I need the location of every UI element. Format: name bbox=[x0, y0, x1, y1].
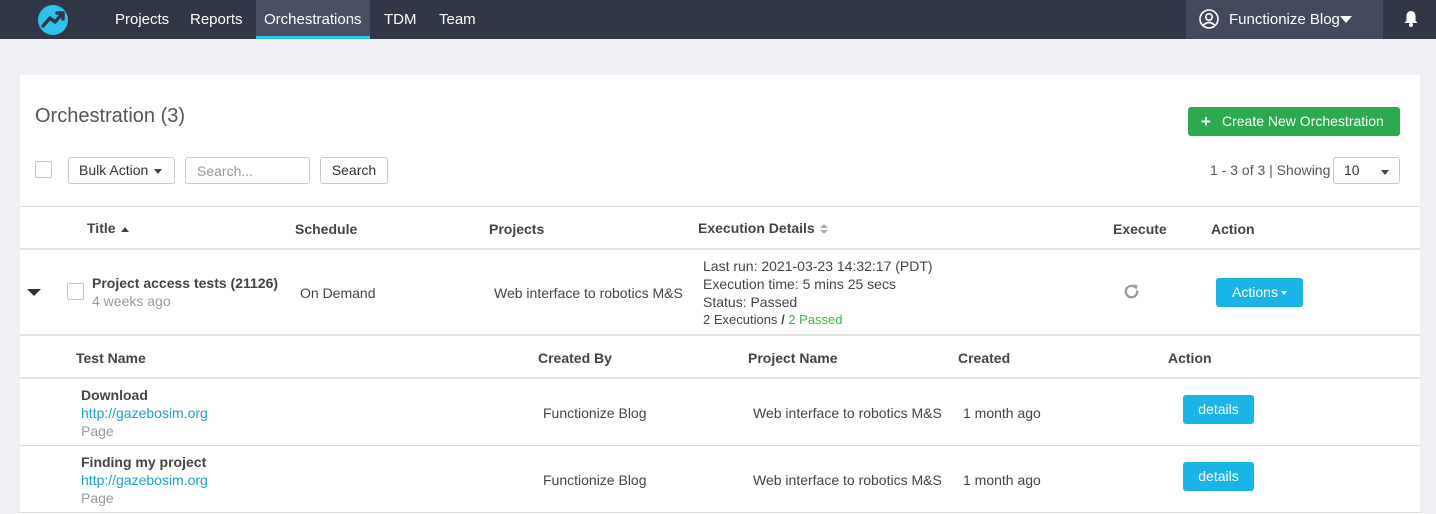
subheader-created-by: Created By bbox=[538, 350, 612, 366]
test-project-name: Web interface to robotics M&S bbox=[753, 472, 942, 488]
schedule-cell: On Demand bbox=[300, 285, 376, 301]
page-size-select[interactable]: 10 bbox=[1333, 157, 1400, 184]
test-created-by: Functionize Blog bbox=[543, 405, 647, 421]
test-name: Download bbox=[81, 387, 148, 403]
subheader-created: Created bbox=[958, 350, 1011, 366]
header-schedule: Schedule bbox=[295, 221, 358, 237]
subheader-test-name: Test Name bbox=[76, 350, 146, 366]
pagination-info: 1 - 3 of 3 | Showing bbox=[1210, 162, 1331, 178]
chevron-down-icon bbox=[1340, 16, 1352, 23]
search-input[interactable] bbox=[185, 157, 310, 184]
project-cell: Web interface to robotics M&S bbox=[494, 285, 683, 301]
test-created-by: Functionize Blog bbox=[543, 472, 647, 488]
subheader-project-name: Project Name bbox=[748, 350, 838, 366]
user-name: Functionize Blog bbox=[1229, 11, 1340, 28]
plus-icon: + bbox=[1201, 112, 1211, 131]
details-button[interactable]: details bbox=[1183, 395, 1254, 424]
divider bbox=[20, 377, 1420, 379]
caret-down-icon bbox=[1280, 291, 1287, 296]
header-execution-details-sort[interactable]: Execution Details bbox=[698, 220, 828, 236]
test-type: Page bbox=[81, 490, 114, 506]
sort-asc-icon bbox=[120, 226, 129, 232]
actions-dropdown-button[interactable]: Actions bbox=[1216, 278, 1303, 307]
orchestration-age: 4 weeks ago bbox=[92, 293, 171, 309]
execution-status: Status: Passed bbox=[703, 294, 798, 310]
divider bbox=[20, 248, 1420, 250]
divider bbox=[20, 206, 1420, 207]
test-type: Page bbox=[81, 423, 114, 439]
header-projects: Projects bbox=[489, 221, 545, 237]
header-execute: Execute bbox=[1113, 221, 1167, 237]
sort-icon bbox=[819, 223, 828, 235]
nav-orchestrations[interactable]: Orchestrations bbox=[256, 0, 370, 39]
summary-separator: / bbox=[781, 312, 785, 327]
select-all-checkbox[interactable] bbox=[35, 161, 52, 178]
test-url-link[interactable]: http://gazebosim.org bbox=[81, 472, 208, 488]
header-action: Action bbox=[1211, 221, 1255, 237]
test-project-name: Web interface to robotics M&S bbox=[753, 405, 942, 421]
test-created: 1 month ago bbox=[963, 472, 1041, 488]
test-name: Finding my project bbox=[81, 454, 207, 470]
row-checkbox[interactable] bbox=[67, 283, 84, 300]
caret-down-icon bbox=[154, 168, 163, 174]
execution-summary: 2 Executions / 2 Passed bbox=[703, 311, 933, 329]
divider bbox=[20, 512, 1420, 513]
bell-icon[interactable] bbox=[1403, 10, 1419, 28]
execution-details: Last run: 2021-03-23 14:32:17 (PDT) Exec… bbox=[703, 257, 933, 329]
user-menu[interactable]: Functionize Blog bbox=[1186, 0, 1383, 39]
top-navbar: Projects Reports Orchestrations TDM Team… bbox=[0, 0, 1436, 39]
page-title: Orchestration (3) bbox=[35, 105, 186, 127]
nav-reports[interactable]: Reports bbox=[182, 0, 251, 39]
nav-team[interactable]: Team bbox=[431, 0, 484, 39]
orchestration-title[interactable]: Project access tests (21126) bbox=[92, 275, 278, 291]
subheader-action: Action bbox=[1168, 350, 1212, 366]
user-circle-icon bbox=[1199, 9, 1219, 29]
functionize-logo[interactable] bbox=[37, 4, 69, 36]
bulk-action-dropdown[interactable]: Bulk Action bbox=[68, 157, 175, 184]
create-orchestration-button[interactable]: + Create New Orchestration bbox=[1188, 107, 1400, 136]
search-button[interactable]: Search bbox=[320, 157, 388, 184]
orchestrations-panel: Orchestration (3) + Create New Orchestra… bbox=[20, 75, 1420, 514]
refresh-icon[interactable] bbox=[1122, 282, 1141, 301]
divider bbox=[20, 445, 1420, 446]
collapse-row-icon[interactable] bbox=[27, 289, 41, 296]
nav-tdm[interactable]: TDM bbox=[376, 0, 425, 39]
executions-count: 2 Executions bbox=[703, 312, 778, 327]
details-button[interactable]: details bbox=[1183, 462, 1254, 491]
test-created: 1 month ago bbox=[963, 405, 1041, 421]
passed-count: 2 Passed bbox=[788, 312, 843, 327]
test-url-link[interactable]: http://gazebosim.org bbox=[81, 405, 208, 421]
caret-down-icon bbox=[1381, 170, 1389, 175]
execution-time: Execution time: 5 mins 25 secs bbox=[703, 276, 896, 292]
header-title-sort[interactable]: Title bbox=[87, 220, 129, 236]
last-run: Last run: 2021-03-23 14:32:17 (PDT) bbox=[703, 258, 933, 274]
nav-projects[interactable]: Projects bbox=[107, 0, 177, 39]
